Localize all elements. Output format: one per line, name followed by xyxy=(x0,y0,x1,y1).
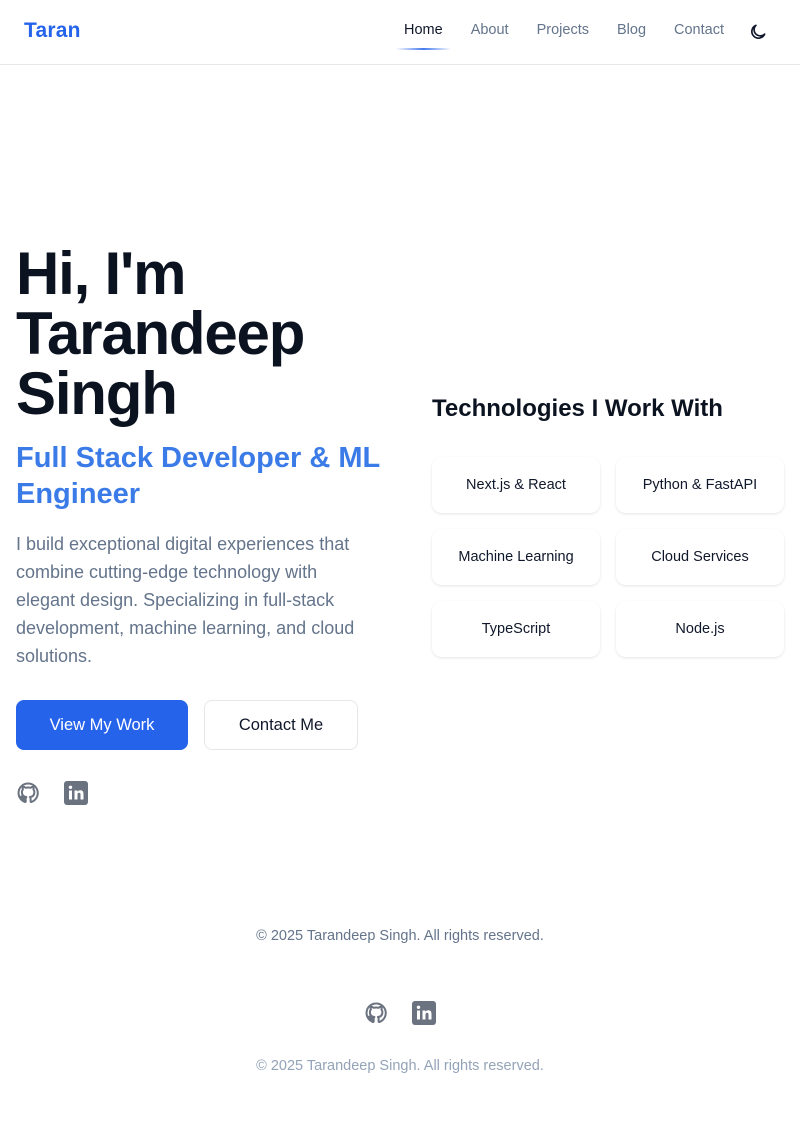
footer-social-links xyxy=(364,1001,436,1025)
tech-card: Cloud Services xyxy=(616,529,784,585)
github-icon[interactable] xyxy=(364,1001,388,1025)
linkedin-icon[interactable] xyxy=(412,1001,436,1025)
theme-toggle-button[interactable] xyxy=(748,22,768,42)
navbar: Taran Home About Projects Blog Contact xyxy=(0,0,800,65)
github-icon[interactable] xyxy=(16,781,40,805)
view-my-work-button[interactable]: View My Work xyxy=(16,700,188,750)
tech-card: Next.js & React xyxy=(432,457,600,513)
hero-title: Hi, I'm Tarandeep Singh xyxy=(16,240,305,427)
nav-link-home[interactable]: Home xyxy=(396,22,451,50)
nav-link-contact[interactable]: Contact xyxy=(674,22,724,38)
moon-icon xyxy=(751,24,766,39)
technologies-title: Technologies I Work With xyxy=(432,395,723,422)
site-logo[interactable]: Taran xyxy=(24,19,81,43)
linkedin-icon[interactable] xyxy=(64,781,88,805)
contact-me-button[interactable]: Contact Me xyxy=(204,700,358,750)
nav-link-blog[interactable]: Blog xyxy=(617,22,646,38)
hero-subtitle: Full Stack Developer & ML Engineer xyxy=(16,442,380,510)
tech-card: Node.js xyxy=(616,601,784,657)
technologies-grid: Next.js & React Python & FastAPI Machine… xyxy=(432,457,784,657)
tech-card: Machine Learning xyxy=(432,529,600,585)
footer-copyright-bottom: © 2025 Tarandeep Singh. All rights reser… xyxy=(256,1058,544,1074)
hero-description: I build exceptional digital experiences … xyxy=(16,534,355,666)
nav-links: Home About Projects Blog Contact xyxy=(396,22,724,50)
hero-social-links xyxy=(16,781,88,805)
tech-card: Python & FastAPI xyxy=(616,457,784,513)
footer-copyright: © 2025 Tarandeep Singh. All rights reser… xyxy=(256,928,544,944)
nav-link-projects[interactable]: Projects xyxy=(537,22,589,38)
nav-link-about[interactable]: About xyxy=(471,22,509,38)
tech-card: TypeScript xyxy=(432,601,600,657)
